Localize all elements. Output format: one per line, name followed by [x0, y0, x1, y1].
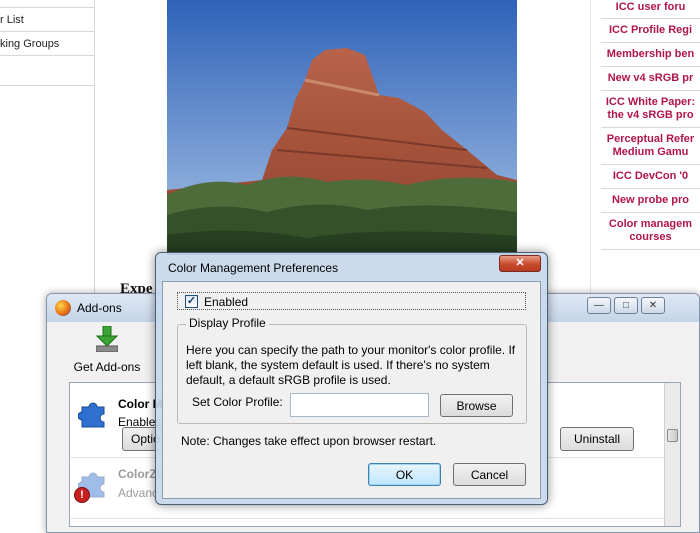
- left-nav-item[interactable]: king Groups: [0, 32, 94, 56]
- color-profile-path-input[interactable]: [290, 393, 429, 417]
- restart-note: Note: Changes take effect upon browser r…: [181, 434, 437, 448]
- right-link[interactable]: Color managem courses: [601, 213, 700, 250]
- red-rock-landscape-photo: [167, 0, 517, 255]
- dialog-close-button[interactable]: ✕: [499, 255, 541, 272]
- addon-description: Advanc: [118, 486, 159, 500]
- dialog-titlebar[interactable]: Color Management Preferences ✕: [156, 253, 547, 281]
- enabled-label: Enabled: [204, 295, 249, 309]
- get-addons-button[interactable]: Get Add-ons: [69, 325, 145, 378]
- addons-list-scrollbar[interactable]: [664, 383, 680, 526]
- addons-window-title: Add-ons: [77, 301, 122, 315]
- left-nav-item[interactable]: [0, 0, 94, 8]
- right-link[interactable]: ICC White Paper: the v4 sRGB pro: [601, 91, 700, 128]
- enabled-checkbox-row[interactable]: ✓ Enabled: [177, 292, 526, 310]
- right-link[interactable]: ICC Profile Regi: [601, 19, 700, 43]
- display-profile-legend: Display Profile: [186, 316, 269, 330]
- right-link[interactable]: New probe pro: [601, 189, 700, 213]
- left-nav-item[interactable]: r List: [0, 8, 94, 32]
- left-nav-item[interactable]: [0, 56, 94, 86]
- display-profile-description: Here you can specify the path to your mo…: [186, 343, 516, 387]
- close-button[interactable]: ✕: [641, 297, 665, 314]
- uninstall-button[interactable]: Uninstall: [560, 427, 634, 451]
- right-link[interactable]: Perceptual Refer Medium Gamu: [601, 128, 700, 165]
- cancel-button[interactable]: Cancel: [453, 463, 526, 486]
- display-profile-group: Display Profile Here you can specify the…: [177, 316, 527, 424]
- enabled-checkbox[interactable]: ✓: [185, 295, 198, 308]
- puzzle-piece-icon: [77, 397, 110, 429]
- right-link[interactable]: ICC DevCon '0: [601, 165, 700, 189]
- error-badge-icon: !: [74, 487, 90, 503]
- right-link[interactable]: Membership ben: [601, 43, 700, 67]
- minimize-button[interactable]: —: [587, 297, 611, 314]
- ok-button[interactable]: OK: [368, 463, 441, 486]
- maximize-button[interactable]: □: [614, 297, 638, 314]
- right-link[interactable]: ICC user foru: [601, 0, 700, 19]
- scrollbar-thumb[interactable]: [667, 429, 678, 442]
- right-link[interactable]: New v4 sRGB pr: [601, 67, 700, 91]
- firefox-icon: [55, 300, 71, 316]
- dialog-body: ✓ Enabled Display Profile Here you can s…: [162, 281, 541, 499]
- get-addons-label: Get Add-ons: [73, 360, 141, 374]
- browse-button[interactable]: Browse: [440, 394, 513, 417]
- color-management-dialog: Color Management Preferences ✕ ✓ Enabled…: [155, 252, 548, 505]
- dialog-title: Color Management Preferences: [168, 261, 339, 275]
- set-color-profile-label: Set Color Profile:: [192, 395, 283, 409]
- download-arrow-icon: [95, 325, 119, 353]
